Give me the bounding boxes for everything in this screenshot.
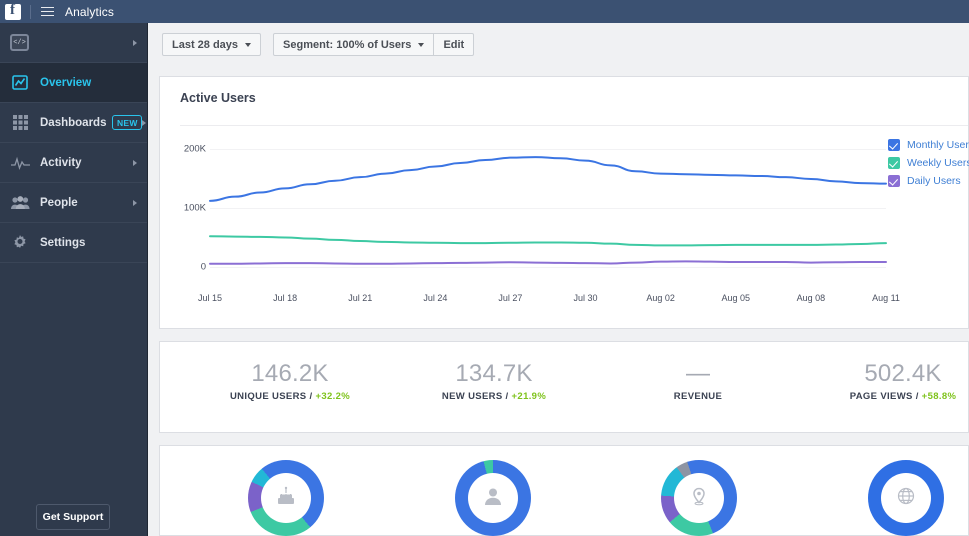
sidebar-item-label: Overview xyxy=(40,76,92,89)
kpi-delta: +32.2% xyxy=(315,391,351,402)
x-axis-tick-label: Jul 21 xyxy=(348,293,373,303)
kpi-value: 134.7K xyxy=(455,360,533,387)
topbar-divider xyxy=(30,4,31,19)
legend-label: Weekly Users xyxy=(907,157,969,169)
legend-item[interactable]: Weekly Users xyxy=(888,157,969,169)
kpi-metric: 502.4K PAGE VIEWS / +58.8% xyxy=(850,360,957,402)
x-axis-tick-label: Jul 30 xyxy=(573,293,598,303)
app-title: Analytics xyxy=(65,4,114,19)
x-axis-tick-label: Aug 02 xyxy=(646,293,675,303)
app-code-glyph: </> xyxy=(13,38,26,47)
chart-legend: Monthly Users Weekly Users Daily Users xyxy=(888,139,969,193)
segment-label: Segment: 100% of Users xyxy=(283,38,412,51)
donut-center xyxy=(261,473,311,523)
kpi-label: UNIQUE USERS / +32.2% xyxy=(229,391,351,402)
gear-icon xyxy=(10,234,30,252)
sidebar-item-label: Dashboards xyxy=(40,116,107,129)
grid-icon xyxy=(10,114,30,132)
code-window-icon: </> xyxy=(10,34,29,51)
kpi-value: 502.4K xyxy=(864,360,942,387)
sidebar: </> Overview Dashboards NEW Activity Peo… xyxy=(0,23,148,536)
kpi-summary-card: 146.2K UNIQUE USERS / +32.2% 134.7K NEW USE… xyxy=(159,341,969,433)
donut-chart[interactable] xyxy=(455,460,531,536)
active-users-card: Active Users 0 100K 200K Jul 15 Jul 18 Jul 21… xyxy=(159,76,969,329)
date-range-label: Last 28 days xyxy=(172,38,239,51)
sidebar-item-settings[interactable]: Settings xyxy=(0,223,147,263)
series-line xyxy=(209,156,887,202)
legend-label: Monthly Users xyxy=(907,139,969,151)
sidebar-item-dashboards[interactable]: Dashboards NEW xyxy=(0,103,147,143)
x-axis-tick-label: Jul 24 xyxy=(423,293,448,303)
sidebar-item-overview[interactable]: Overview xyxy=(0,63,147,103)
x-axis-tick-label: Aug 05 xyxy=(721,293,751,303)
facebook-logo[interactable] xyxy=(5,2,21,20)
x-axis-tick-label: Aug 11 xyxy=(872,293,900,303)
kpi-delta: +21.9% xyxy=(511,391,547,402)
donut-center xyxy=(674,473,724,523)
chart-line-icon xyxy=(10,74,30,92)
kpi-value: 146.2K xyxy=(251,360,329,387)
globe-icon xyxy=(896,486,916,511)
chevron-right-icon xyxy=(142,119,147,126)
kpi-value: — xyxy=(685,360,710,387)
donut-center xyxy=(881,473,931,523)
donut-center xyxy=(468,473,518,523)
pulse-icon xyxy=(10,154,30,172)
kpi-metric: 146.2K UNIQUE USERS / +32.2% xyxy=(230,360,350,402)
segment-button-group: Segment: 100% of Users Edit xyxy=(273,33,475,56)
chevron-right-icon xyxy=(133,199,137,206)
legend-item[interactable]: Monthly Users xyxy=(888,139,969,151)
person-icon xyxy=(483,486,503,511)
new-badge: NEW xyxy=(112,115,143,130)
kpi-label: NEW USERS / +21.9% xyxy=(441,391,547,402)
chevron-right-icon xyxy=(133,39,137,46)
series-line xyxy=(209,235,887,247)
chevron-down-icon xyxy=(418,42,425,47)
x-axis-tick-label: Jul 27 xyxy=(498,293,523,303)
segment-button[interactable]: Segment: 100% of Users xyxy=(273,33,435,56)
top-bar: Analytics xyxy=(0,0,969,23)
date-range-button[interactable]: Last 28 days xyxy=(162,33,262,56)
birthday-cake-icon xyxy=(276,486,296,511)
series-line xyxy=(209,260,887,265)
sidebar-item-label: Settings xyxy=(40,236,86,249)
sidebar-app-selector[interactable]: </> xyxy=(0,23,147,63)
donut-chart[interactable] xyxy=(868,460,944,536)
toolbar: Last 28 days Segment: 100% of Users Edit xyxy=(148,23,969,66)
get-support-button[interactable]: Get Support xyxy=(36,504,110,530)
x-axis-tick-label: Jul 18 xyxy=(273,293,298,303)
kpi-label: REVENUE xyxy=(673,391,723,402)
sidebar-item-label: Activity xyxy=(40,156,82,169)
active-users-chart[interactable]: 0 100K 200K Jul 15 Jul 18 Jul 21 Jul 24 Jul 27 J… xyxy=(160,125,969,330)
donut-chart[interactable] xyxy=(248,460,324,536)
x-axis-tick-label: Aug 08 xyxy=(796,293,826,303)
chevron-right-icon xyxy=(133,159,137,166)
donut-chart[interactable] xyxy=(661,460,737,536)
location-pin-icon xyxy=(689,486,709,511)
chevron-down-icon xyxy=(245,42,252,47)
legend-checkbox[interactable] xyxy=(888,175,900,187)
hamburger-icon[interactable] xyxy=(41,6,54,17)
legend-label: Daily Users xyxy=(907,175,961,187)
kpi-metric: — REVENUE xyxy=(674,360,722,402)
legend-checkbox[interactable] xyxy=(888,139,900,151)
kpi-metric: 134.7K NEW USERS / +21.9% xyxy=(442,360,546,402)
kpi-delta: +58.8% xyxy=(921,391,957,402)
kpi-label: PAGE VIEWS / +58.8% xyxy=(849,391,957,402)
demographics-card xyxy=(159,445,969,536)
people-icon xyxy=(10,194,30,212)
x-axis-tick-label: Jul 15 xyxy=(197,293,223,303)
legend-item[interactable]: Daily Users xyxy=(888,175,969,187)
legend-checkbox[interactable] xyxy=(888,157,900,169)
sidebar-item-label: People xyxy=(40,196,78,209)
sidebar-item-activity[interactable]: Activity xyxy=(0,143,147,183)
edit-segment-button[interactable]: Edit xyxy=(434,33,475,56)
sidebar-item-people[interactable]: People xyxy=(0,183,147,223)
card-title: Active Users xyxy=(180,91,256,105)
